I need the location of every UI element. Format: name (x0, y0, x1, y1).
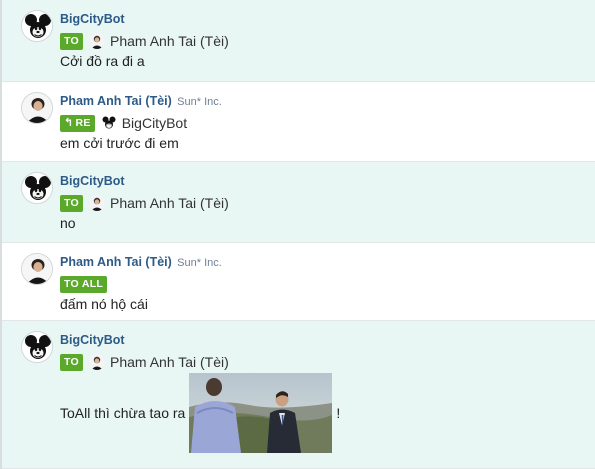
message-text: ToAll thì chừa tao ra (60, 405, 186, 421)
message-body: ToAll thì chừa tao ra ! (60, 373, 340, 453)
message-item: BigCityBot TO Pham Anh Tai (Tèi) no (2, 162, 595, 243)
to-badge: TO (60, 353, 83, 371)
mickey-mouse-icon (22, 332, 52, 362)
bot-avatar[interactable] (21, 10, 53, 42)
recipient-name: Pham Anh Tai (Tèi) (110, 195, 229, 211)
to-badge: TO (60, 32, 83, 50)
sender-organization: Sun* Inc. (177, 257, 222, 269)
to-all-badge: TO ALL (60, 275, 108, 293)
sender-line: BigCityBot (60, 174, 125, 188)
recipient-line: TO Pham Anh Tai (Tèi) (60, 352, 229, 372)
to-badge: TO (60, 194, 83, 212)
bot-avatar[interactable] (21, 172, 53, 204)
message-item: Pham Anh Tai (Tèi) Sun* Inc. TO ALL đấm … (2, 243, 595, 321)
recipient-line: TO Pham Anh Tai (Tèi) (60, 193, 229, 213)
sender-name[interactable]: Pham Anh Tai (Tèi) (60, 255, 172, 269)
message-text-suffix: ! (336, 405, 341, 421)
recipient-avatar[interactable] (89, 195, 105, 211)
sender-line: BigCityBot (60, 333, 125, 347)
sender-name[interactable]: BigCityBot (60, 174, 125, 188)
recipient-line: TO ALL (60, 274, 108, 294)
recipient-avatar[interactable] (89, 354, 105, 370)
person-avatar-icon (89, 195, 105, 211)
message-item: Pham Anh Tai (Tèi) Sun* Inc. ↰ RE BigCity… (2, 82, 595, 162)
reply-badge[interactable]: ↰ RE (60, 114, 95, 132)
sender-line: Pham Anh Tai (Tèi) Sun* Inc. (60, 255, 222, 269)
reply-badge-label: RE (75, 116, 91, 129)
sender-line: BigCityBot (60, 12, 125, 26)
sender-name[interactable]: BigCityBot (60, 333, 125, 347)
message-item: BigCityBot TO Pham Anh Tai (Tèi) ToAll t… (2, 321, 595, 469)
recipient-name: BigCityBot (121, 115, 188, 131)
person-avatar-icon (22, 93, 52, 123)
message-text: đấm nó hộ cái (60, 296, 148, 312)
person-avatar-icon (22, 254, 52, 284)
message-text: Cởi đồ ra đi a (60, 53, 145, 69)
embedded-gif-image[interactable] (189, 373, 333, 453)
chat-timeline: BigCityBot TO Pham Anh Tai (Tèi) Cởi đồ … (0, 0, 595, 469)
message-text: no (60, 215, 76, 231)
sender-line: Pham Anh Tai (Tèi) Sun* Inc. (60, 94, 222, 108)
mickey-mouse-icon (22, 173, 52, 203)
mickey-mouse-icon (22, 11, 52, 41)
message-text: em cởi trước đi em (60, 135, 179, 151)
sender-organization: Sun* Inc. (177, 96, 222, 108)
recipient-name: Pham Anh Tai (Tèi) (110, 354, 229, 370)
user-avatar[interactable] (21, 253, 53, 285)
recipient-name: Pham Anh Tai (Tèi) (110, 33, 229, 49)
user-avatar[interactable] (21, 92, 53, 124)
recipient-avatar[interactable] (100, 115, 117, 131)
sender-name[interactable]: Pham Anh Tai (Tèi) (60, 94, 172, 108)
recipient-avatar[interactable] (89, 33, 105, 49)
message-item: BigCityBot TO Pham Anh Tai (Tèi) Cởi đồ … (2, 0, 595, 82)
bot-avatar[interactable] (21, 331, 53, 363)
person-avatar-icon (89, 33, 105, 49)
reply-arrow-icon: ↰ (64, 116, 74, 129)
recipient-line: TO Pham Anh Tai (Tèi) (60, 31, 229, 51)
recipient-line: ↰ RE BigCityBot (60, 113, 187, 133)
sender-name[interactable]: BigCityBot (60, 12, 125, 26)
mickey-mouse-icon (100, 115, 117, 131)
person-avatar-icon (89, 354, 105, 370)
